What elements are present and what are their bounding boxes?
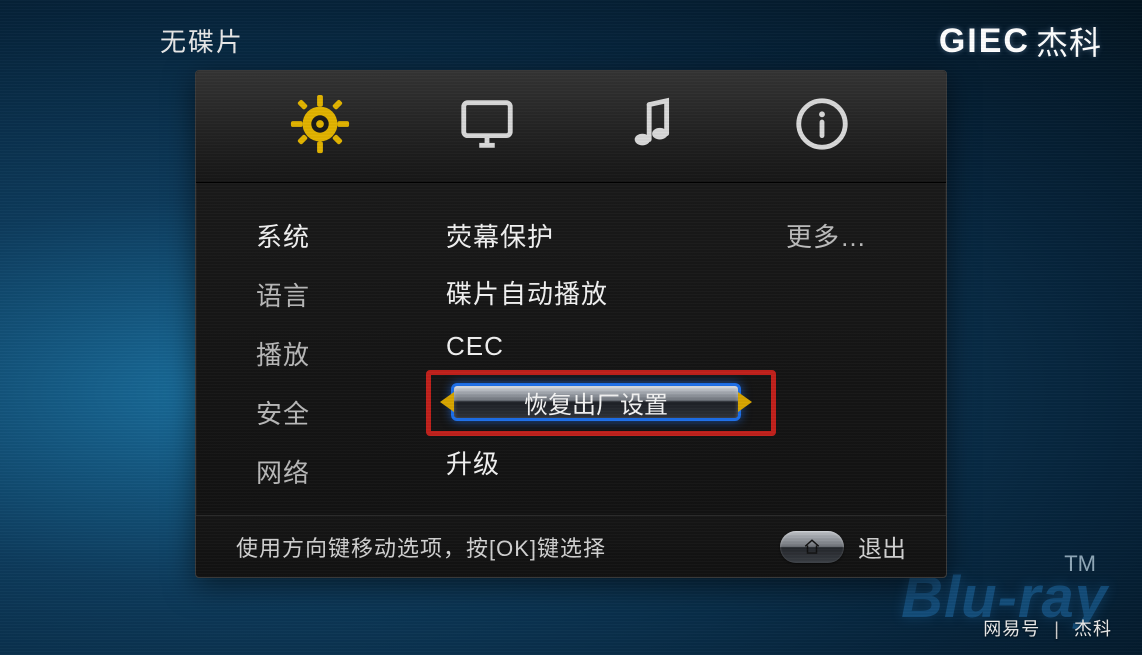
disc-status: 无碟片 bbox=[160, 22, 244, 59]
info-icon bbox=[791, 93, 853, 160]
exit-label: 退出 bbox=[858, 529, 906, 564]
brand-en: GIEC bbox=[939, 22, 1030, 61]
option-factory-reset[interactable]: 恢复出厂设置 bbox=[446, 380, 746, 424]
brand-logo: GIEC 杰科 bbox=[939, 18, 1102, 64]
credit-author: 杰科 bbox=[1074, 619, 1112, 639]
arrow-left-icon[interactable] bbox=[440, 392, 454, 412]
trademark-text: TM bbox=[1064, 551, 1096, 577]
credit-source: 网易号 bbox=[983, 619, 1040, 639]
selection-pill[interactable]: 恢复出厂设置 bbox=[451, 383, 741, 421]
category-network[interactable]: 网络 bbox=[256, 453, 406, 490]
settings-body: 系统 语言 播放 安全 网络 荧幕保护 碟片自动播放 CEC 恢复出厂设置 升级… bbox=[196, 183, 946, 515]
value-column: 更多… bbox=[786, 217, 906, 505]
credit-sep: | bbox=[1054, 619, 1060, 639]
option-screensaver[interactable]: 荧幕保护 bbox=[446, 217, 746, 254]
tab-info[interactable] bbox=[782, 87, 862, 167]
category-system[interactable]: 系统 bbox=[256, 217, 406, 254]
option-cec[interactable]: CEC bbox=[446, 331, 746, 362]
tab-display[interactable] bbox=[447, 87, 527, 167]
home-icon bbox=[780, 531, 844, 563]
option-upgrade[interactable]: 升级 bbox=[446, 444, 746, 481]
gear-icon bbox=[289, 93, 351, 160]
category-playback[interactable]: 播放 bbox=[256, 335, 406, 372]
option-column: 荧幕保护 碟片自动播放 CEC 恢复出厂设置 升级 bbox=[446, 217, 746, 505]
tab-settings[interactable] bbox=[280, 87, 360, 167]
arrow-right-icon[interactable] bbox=[738, 392, 752, 412]
brand-cn: 杰科 bbox=[1036, 18, 1102, 64]
tab-bar bbox=[196, 71, 946, 183]
image-credit: 网易号 | 杰科 bbox=[983, 615, 1112, 641]
option-autoplay[interactable]: 碟片自动播放 bbox=[446, 274, 746, 311]
settings-panel: 系统 语言 播放 安全 网络 荧幕保护 碟片自动播放 CEC 恢复出厂设置 升级… bbox=[195, 70, 947, 578]
more-link[interactable]: 更多… bbox=[786, 217, 906, 254]
category-language[interactable]: 语言 bbox=[256, 276, 406, 313]
footer-bar: 使用方向键移动选项，按[OK]键选择 退出 bbox=[196, 515, 946, 577]
nav-hint: 使用方向键移动选项，按[OK]键选择 bbox=[236, 531, 606, 563]
tab-audio[interactable] bbox=[615, 87, 695, 167]
monitor-icon bbox=[456, 93, 518, 160]
category-column: 系统 语言 播放 安全 网络 bbox=[256, 217, 406, 505]
music-icon bbox=[624, 93, 686, 160]
exit-button[interactable]: 退出 bbox=[780, 529, 906, 564]
category-security[interactable]: 安全 bbox=[256, 394, 406, 431]
selection-label: 恢复出厂设置 bbox=[524, 385, 668, 420]
